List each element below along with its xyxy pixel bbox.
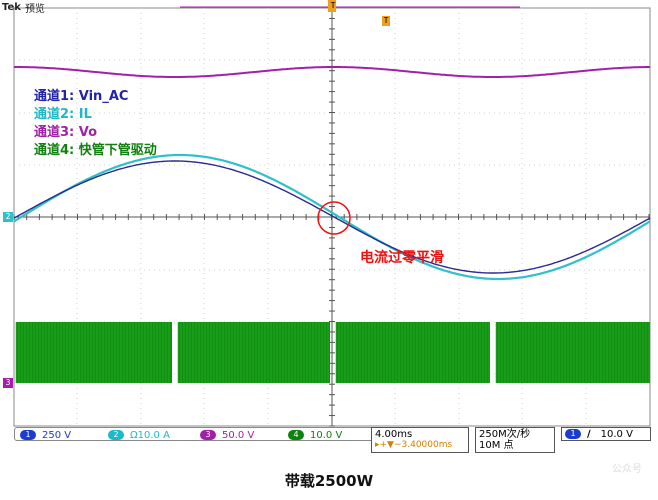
legend-ch4: 通道4: 快管下管驱动 bbox=[34, 143, 157, 158]
timebase-value: 4.00ms bbox=[375, 429, 413, 440]
ch3-icon: 3 bbox=[200, 430, 216, 440]
ch2-scale-value: Ω10.0 A bbox=[130, 429, 170, 441]
trigger-level: 10.0 V bbox=[600, 428, 633, 440]
trigger-icon: T bbox=[383, 16, 389, 25]
scope-graticule bbox=[13, 0, 651, 427]
channel-legend: 通道1: Vin_AC 通道2: IL 通道3: Vo 通道4: 快管下管驱动 bbox=[34, 88, 157, 160]
gate-pulse-band bbox=[496, 322, 650, 383]
legend-ch3: 通道3: Vo bbox=[34, 125, 98, 140]
oscilloscope-display: Tek 预览 T T 2 3 通道1: Vin_AC 通道2: IL 通道3: … bbox=[0, 0, 658, 430]
zero-cross-annotation: 电流过零平滑 bbox=[360, 250, 444, 266]
ch1-scale[interactable]: 1 250 V bbox=[20, 429, 71, 441]
acquisition-mode: 预览 bbox=[24, 3, 45, 15]
ch4-scale-value: 10.0 V bbox=[310, 429, 343, 441]
trigger-pos-icon: T bbox=[330, 1, 336, 10]
ch2-scale[interactable]: 2 Ω10.0 A bbox=[108, 429, 170, 441]
gate-pulse-band bbox=[336, 322, 490, 383]
delay-value: ▸+▼−3.40000ms bbox=[375, 440, 453, 450]
ch3-ground-marker[interactable]: 3 bbox=[3, 378, 13, 388]
scope-statusbar: 1 250 V 2 Ω10.0 A 3 50.0 V 4 10.0 V 4.00… bbox=[14, 427, 656, 455]
legend-ch2: 通道2: IL bbox=[34, 107, 92, 122]
trigger-box[interactable]: 1 ∕ 10.0 V bbox=[561, 427, 651, 441]
ch2-icon: 2 bbox=[108, 430, 124, 440]
ch4-icon: 4 bbox=[288, 430, 304, 440]
ch3-scale-value: 50.0 V bbox=[222, 429, 255, 441]
legend-ch1: 通道1: Vin_AC bbox=[34, 89, 129, 104]
ch4-scale[interactable]: 4 10.0 V bbox=[288, 429, 342, 441]
watermark: 公众号 bbox=[612, 464, 642, 475]
acquisition-box[interactable]: 250M次/秒 10M 点 bbox=[475, 427, 555, 453]
sample-rate: 250M次/秒 bbox=[479, 429, 531, 440]
ch2-ground-marker[interactable]: 2 bbox=[3, 212, 13, 222]
trigger-source-icon: 1 bbox=[565, 429, 581, 439]
trigger-slope-icon: ∕ bbox=[587, 428, 591, 440]
record-length: 10M 点 bbox=[479, 440, 514, 451]
ch1-icon: 1 bbox=[20, 430, 36, 440]
ch1-scale-value: 250 V bbox=[42, 429, 72, 441]
timebase-box[interactable]: 4.00ms ▸+▼−3.40000ms bbox=[371, 427, 469, 453]
brand-logo: Tek bbox=[2, 1, 21, 13]
scope-topbar: Tek 预览 bbox=[2, 0, 45, 15]
figure-caption: 带载2500W bbox=[284, 472, 374, 490]
ch3-scale[interactable]: 3 50.0 V bbox=[200, 429, 254, 441]
